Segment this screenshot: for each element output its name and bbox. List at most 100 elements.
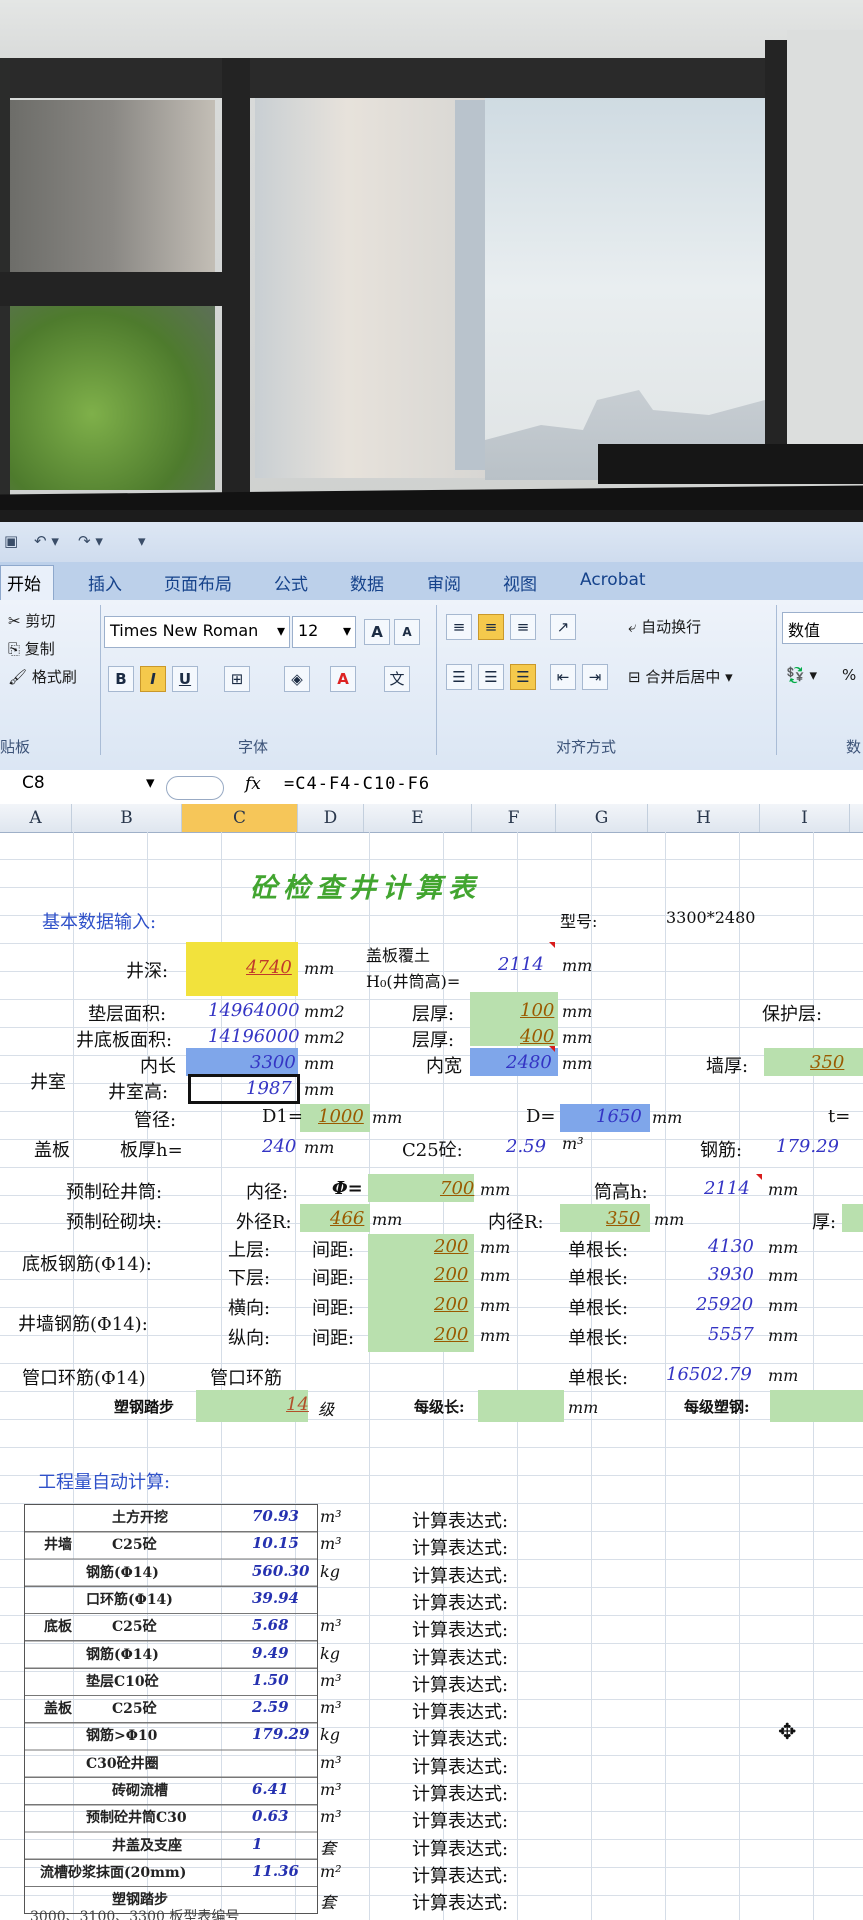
- spacing-value[interactable]: 200: [434, 1294, 468, 1315]
- well-depth-value[interactable]: 4740: [246, 957, 292, 978]
- tab-data[interactable]: 数据: [350, 570, 384, 595]
- phi-value[interactable]: 700: [440, 1178, 474, 1199]
- unit-mm: mm: [480, 1296, 511, 1315]
- align-left-icon[interactable]: ☰: [446, 664, 472, 690]
- font-size-select[interactable]: 12 ▾: [292, 616, 356, 648]
- bottom-thick-value[interactable]: 400: [520, 1026, 554, 1047]
- unit-length-value[interactable]: 4130: [708, 1236, 754, 1257]
- customize-qat-icon[interactable]: ▾: [138, 532, 146, 552]
- orientation-icon[interactable]: ↗: [550, 614, 576, 640]
- fx-icon[interactable]: fx: [245, 774, 261, 794]
- shrink-font-button[interactable]: A: [394, 619, 420, 645]
- comment-marker[interactable]: [549, 942, 555, 948]
- decrease-indent-icon[interactable]: ⇤: [550, 664, 576, 690]
- d1-value[interactable]: 1000: [318, 1106, 364, 1127]
- align-bottom-icon[interactable]: ≡: [510, 614, 536, 640]
- merge-center-button[interactable]: ⊟ 合并后居中 ▾: [628, 666, 733, 687]
- column-header-f[interactable]: F: [472, 804, 556, 832]
- spacing-value[interactable]: 200: [434, 1324, 468, 1345]
- upper-layer-label: 上层:: [228, 1240, 271, 1261]
- ladder-count-value[interactable]: 14: [286, 1394, 309, 1415]
- highlight-fill: [770, 1390, 863, 1422]
- comment-marker[interactable]: [756, 1174, 762, 1180]
- format-painter-label: 格式刷: [31, 668, 77, 686]
- bold-button[interactable]: B: [108, 666, 134, 692]
- comment-marker[interactable]: [549, 1046, 555, 1052]
- phonetic-icon[interactable]: 文: [384, 666, 410, 692]
- unit-mm: mm: [562, 1054, 593, 1073]
- bottom-area-value[interactable]: 14196000: [208, 1026, 300, 1047]
- borders-icon[interactable]: ⊞: [224, 666, 250, 692]
- save-icon[interactable]: ▣: [4, 532, 18, 552]
- bottom-thick-label: 层厚:: [412, 1030, 455, 1051]
- cushion-area-value[interactable]: 14964000: [208, 1000, 300, 1021]
- per-ladder-label: 每级塑钢:: [684, 1398, 750, 1416]
- cover-soil-value[interactable]: 2114: [498, 954, 544, 975]
- percent-button[interactable]: %: [842, 666, 856, 684]
- spacing-value[interactable]: 200: [434, 1264, 468, 1285]
- c25-value[interactable]: 2.59: [506, 1136, 546, 1157]
- name-box[interactable]: C8 ▾: [0, 773, 170, 799]
- currency-icon[interactable]: 💱 ▾: [786, 666, 817, 684]
- tab-page-layout[interactable]: 页面布局: [164, 570, 232, 595]
- grow-font-button[interactable]: A: [364, 619, 390, 645]
- align-right-icon[interactable]: ☰: [510, 664, 536, 690]
- tab-view[interactable]: 视图: [503, 570, 537, 595]
- wrap-text-button[interactable]: ⤶ 自动换行: [628, 616, 701, 637]
- undo-icon[interactable]: ↶ ▾: [34, 532, 59, 552]
- fill-color-icon[interactable]: ◈: [284, 666, 310, 692]
- qty-unit: 套: [320, 1893, 337, 1912]
- column-header-c[interactable]: C: [182, 804, 298, 832]
- format-painter-button[interactable]: 🖌 格式刷: [8, 666, 77, 687]
- tab-insert[interactable]: 插入: [88, 570, 122, 595]
- rebar-value[interactable]: 179.29: [776, 1136, 839, 1157]
- formula-input[interactable]: =C4-F4-C10-F6: [284, 774, 430, 794]
- slab-thick-value[interactable]: 240: [262, 1136, 296, 1157]
- unit-length-value[interactable]: 3930: [708, 1264, 754, 1285]
- font-color-icon[interactable]: A: [330, 666, 356, 692]
- formula-bar-resize-handle[interactable]: [166, 776, 224, 800]
- column-header-d[interactable]: D: [298, 804, 364, 832]
- column-header-e[interactable]: E: [364, 804, 472, 832]
- chamber-height-value[interactable]: 1987: [246, 1078, 292, 1099]
- outer-radius-value[interactable]: 466: [330, 1208, 364, 1229]
- align-center-icon[interactable]: ☰: [478, 664, 504, 690]
- tab-formulas[interactable]: 公式: [274, 570, 308, 595]
- unit-length-value[interactable]: 5557: [708, 1324, 754, 1345]
- unit-mm: mm: [562, 1002, 593, 1021]
- unit-length-value[interactable]: 25920: [696, 1294, 753, 1315]
- qty-unit: m³: [320, 1671, 342, 1690]
- qty-unit: m³: [320, 1616, 342, 1635]
- inner-radius-value[interactable]: 350: [606, 1208, 640, 1229]
- underline-button[interactable]: U: [172, 666, 198, 692]
- ladder-unit: 级: [318, 1400, 335, 1419]
- number-format-select[interactable]: 数值: [782, 612, 863, 644]
- align-middle-icon[interactable]: ≡: [478, 614, 504, 640]
- column-header-i[interactable]: I: [760, 804, 850, 832]
- inner-width-value[interactable]: 2480: [506, 1052, 552, 1073]
- qty-expression-label: 计算表达式:: [412, 1866, 509, 1887]
- align-top-icon[interactable]: ≡: [446, 614, 472, 640]
- cushion-thick-value[interactable]: 100: [520, 1000, 554, 1021]
- tab-acrobat[interactable]: Acrobat: [580, 570, 646, 590]
- d-value[interactable]: 1650: [596, 1106, 642, 1127]
- number-group-label: 数: [846, 738, 862, 756]
- column-header-g[interactable]: G: [556, 804, 648, 832]
- qty-expression-label: 计算表达式:: [412, 1620, 509, 1641]
- spacing-value[interactable]: 200: [434, 1236, 468, 1257]
- cut-button[interactable]: ✂ 剪切: [8, 610, 55, 631]
- column-header-h[interactable]: H: [648, 804, 760, 832]
- inner-length-value[interactable]: 3300: [250, 1052, 296, 1073]
- tube-height-value[interactable]: 2114: [704, 1178, 750, 1199]
- increase-indent-icon[interactable]: ⇥: [582, 664, 608, 690]
- column-header-a[interactable]: A: [0, 804, 72, 832]
- italic-button[interactable]: I: [140, 666, 166, 692]
- tab-home[interactable]: 开始: [0, 565, 54, 603]
- redo-icon[interactable]: ↷ ▾: [78, 532, 103, 552]
- font-name-select[interactable]: Times New Roman ▾: [104, 616, 290, 648]
- unit-length-value[interactable]: 16502.79: [666, 1364, 752, 1385]
- column-header-b[interactable]: B: [72, 804, 182, 832]
- wall-thick-value[interactable]: 350: [810, 1052, 844, 1073]
- copy-button[interactable]: ⎘ 复制: [8, 638, 55, 659]
- tab-review[interactable]: 审阅: [427, 570, 461, 595]
